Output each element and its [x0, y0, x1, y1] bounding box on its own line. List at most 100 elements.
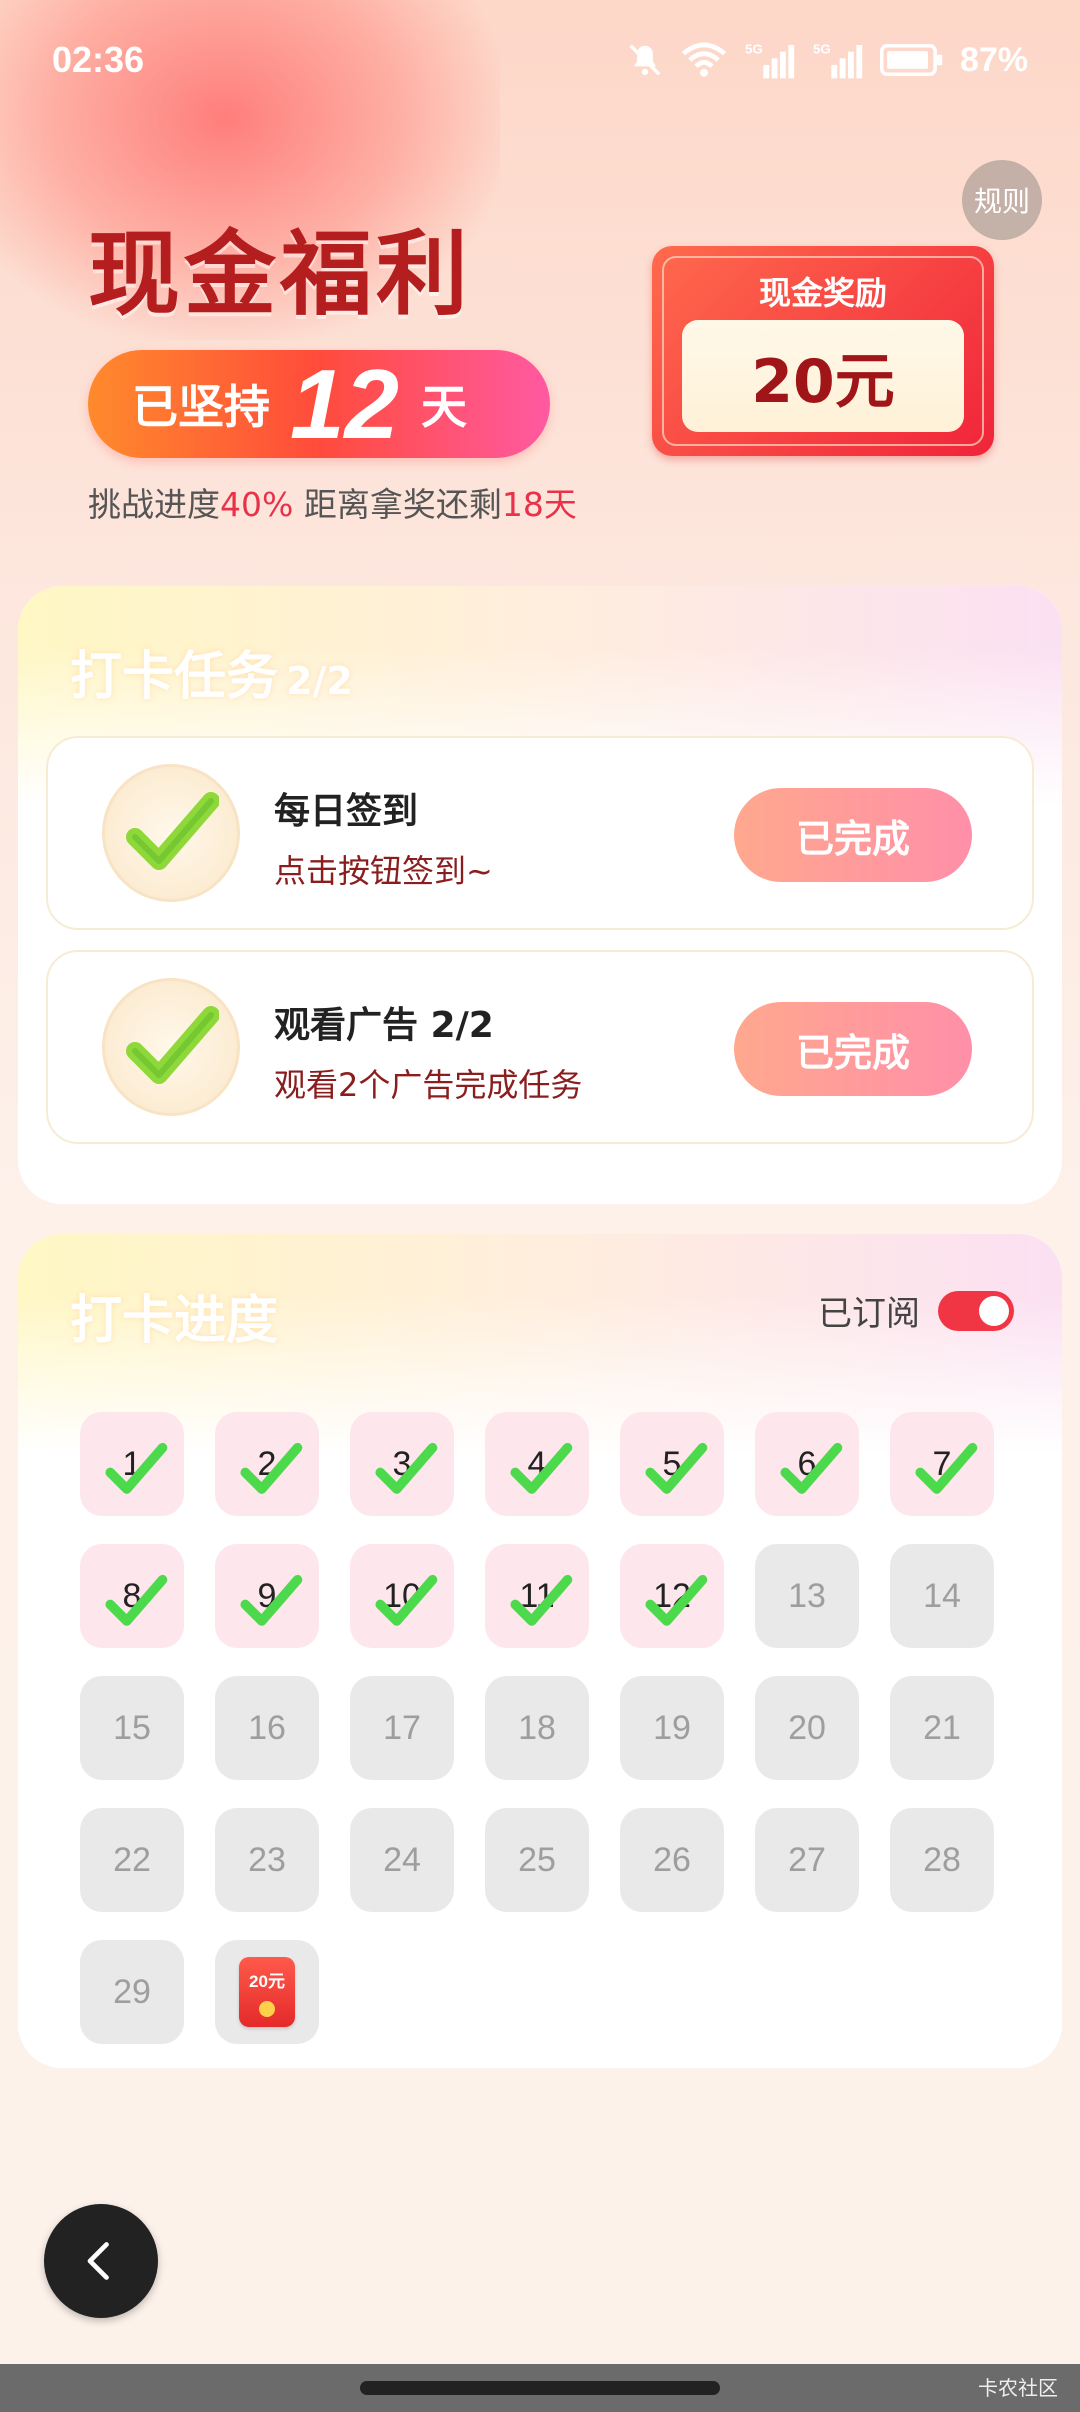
- check-icon: [102, 764, 240, 902]
- check-icon: [510, 1442, 573, 1494]
- day-cell: 17: [350, 1676, 454, 1780]
- day-number: 14: [923, 1576, 961, 1615]
- streak-suffix: 天: [421, 380, 468, 434]
- task-desc: 点击按钮签到~: [274, 852, 493, 890]
- subscribe-toggle[interactable]: [938, 1290, 1014, 1331]
- signal-5g-icon: 5G: [744, 40, 796, 80]
- check-icon: [375, 1442, 438, 1494]
- task-title: 观看广告 2/2: [274, 1005, 494, 1046]
- day-cell: 27: [755, 1808, 859, 1912]
- day-cell: 18: [485, 1676, 589, 1780]
- back-button[interactable]: [44, 2204, 158, 2318]
- day-cell: 25: [485, 1808, 589, 1912]
- day-cell-completed: 8: [80, 1544, 184, 1648]
- day-cell-completed: 1: [80, 1412, 184, 1516]
- day-cell-completed: 9: [215, 1544, 319, 1648]
- chevron-left-icon: [87, 2242, 109, 2280]
- day-cell: 20: [755, 1676, 859, 1780]
- progress-percent: 40%: [220, 485, 294, 524]
- page-title: 现金福利: [88, 221, 473, 328]
- cash-reward-card: 现金奖励 20元: [652, 246, 994, 456]
- check-icon: [240, 1442, 303, 1494]
- day-cell-completed: 3: [350, 1412, 454, 1516]
- bell-mute-icon: [626, 41, 664, 79]
- status-time: 02:36: [52, 39, 145, 80]
- tasks-count: 2/2: [286, 659, 353, 703]
- day-cell-completed: 12: [620, 1544, 724, 1648]
- streak-prefix: 已坚持: [132, 380, 270, 434]
- day-cell-completed: 6: [755, 1412, 859, 1516]
- check-icon: [645, 1574, 708, 1626]
- day-cell-completed: 10: [350, 1544, 454, 1648]
- streak-badge: 已坚持 12 天: [88, 348, 550, 459]
- day-number: 29: [113, 1972, 151, 2011]
- day-number: 28: [923, 1840, 961, 1879]
- streak-days: 12: [290, 348, 400, 459]
- day-number: 22: [113, 1840, 151, 1879]
- day-cell-completed: 5: [620, 1412, 724, 1516]
- check-icon: [780, 1442, 843, 1494]
- task-row-watch-ads: 观看广告 2/2 观看2个广告完成任务 已完成: [46, 950, 1034, 1144]
- challenge-progress: 挑战进度40% 距离拿奖还剩18天: [88, 478, 577, 526]
- tasks-card-title: 打卡任务 2/2: [70, 634, 353, 709]
- envelope-label: 20元: [249, 1972, 285, 1991]
- day-cell: 13: [755, 1544, 859, 1648]
- task-row-daily-checkin: 每日签到 点击按钮签到~ 已完成: [46, 736, 1034, 930]
- status-icons: 5G 5G 87%: [626, 40, 1028, 80]
- subscribe-control: 已订阅: [818, 1286, 1014, 1335]
- day-number: 16: [248, 1708, 286, 1747]
- day-number: 20: [788, 1708, 826, 1747]
- check-icon: [105, 1574, 168, 1626]
- final-reward-cell: 20元: [215, 1940, 319, 2044]
- day-cell-completed: 7: [890, 1412, 994, 1516]
- subscribe-label: 已订阅: [818, 1294, 920, 1334]
- day-number: 25: [518, 1840, 556, 1879]
- day-cell-completed: 11: [485, 1544, 589, 1648]
- watermark: 卡农社区: [978, 2376, 1058, 2400]
- day-cell: 24: [350, 1808, 454, 1912]
- rules-button[interactable]: 规则: [962, 160, 1042, 240]
- home-indicator[interactable]: [360, 2381, 720, 2395]
- navigation-bar: 卡农社区: [0, 2364, 1080, 2412]
- day-cell: 22: [80, 1808, 184, 1912]
- task-title: 每日签到: [274, 791, 419, 832]
- tasks-title-text: 打卡任务: [70, 647, 279, 707]
- task-complete-button[interactable]: 已完成: [734, 1002, 972, 1096]
- check-icon: [375, 1574, 438, 1626]
- battery-percent: 87%: [959, 40, 1028, 79]
- check-icon: [240, 1574, 303, 1626]
- remaining-days: 18天: [501, 485, 577, 524]
- day-number: 17: [383, 1708, 421, 1747]
- check-icon: [102, 978, 240, 1116]
- task-desc: 观看2个广告完成任务: [274, 1066, 583, 1104]
- day-cell: 16: [215, 1676, 319, 1780]
- check-icon: [915, 1442, 978, 1494]
- day-cell: 29: [80, 1940, 184, 2044]
- reward-amount: 20元: [682, 320, 964, 432]
- day-number: 19: [653, 1708, 691, 1747]
- check-icon: [645, 1442, 708, 1494]
- day-number: 23: [248, 1840, 286, 1879]
- task-complete-button[interactable]: 已完成: [734, 788, 972, 882]
- battery-icon: [879, 43, 944, 77]
- svg-text:5G: 5G: [813, 41, 831, 56]
- check-icon: [510, 1574, 573, 1626]
- day-number: 13: [788, 1576, 826, 1615]
- day-number: 21: [923, 1708, 961, 1747]
- day-cell: 23: [215, 1808, 319, 1912]
- reward-label: 现金奖励: [758, 274, 887, 312]
- day-cell: 21: [890, 1676, 994, 1780]
- progress-card-title: 打卡进度: [70, 1291, 279, 1351]
- day-cell-completed: 2: [215, 1412, 319, 1516]
- day-cell: 26: [620, 1808, 724, 1912]
- red-envelope-icon: 20元: [239, 1957, 295, 2027]
- day-number: 18: [518, 1708, 556, 1747]
- day-cell: 14: [890, 1544, 994, 1648]
- signal-5g-icon: 5G: [812, 40, 864, 80]
- wifi-icon: [680, 41, 728, 79]
- coin-icon: [259, 2001, 275, 2017]
- day-cell: 28: [890, 1808, 994, 1912]
- checkin-progress-card: 打卡进度 已订阅 1 2 3 4 5 6 7 8 9 10 11 12 13 14 15 16 17 18 19 20…: [18, 1234, 1062, 2068]
- day-number: 27: [788, 1840, 826, 1879]
- svg-text:5G: 5G: [745, 41, 763, 56]
